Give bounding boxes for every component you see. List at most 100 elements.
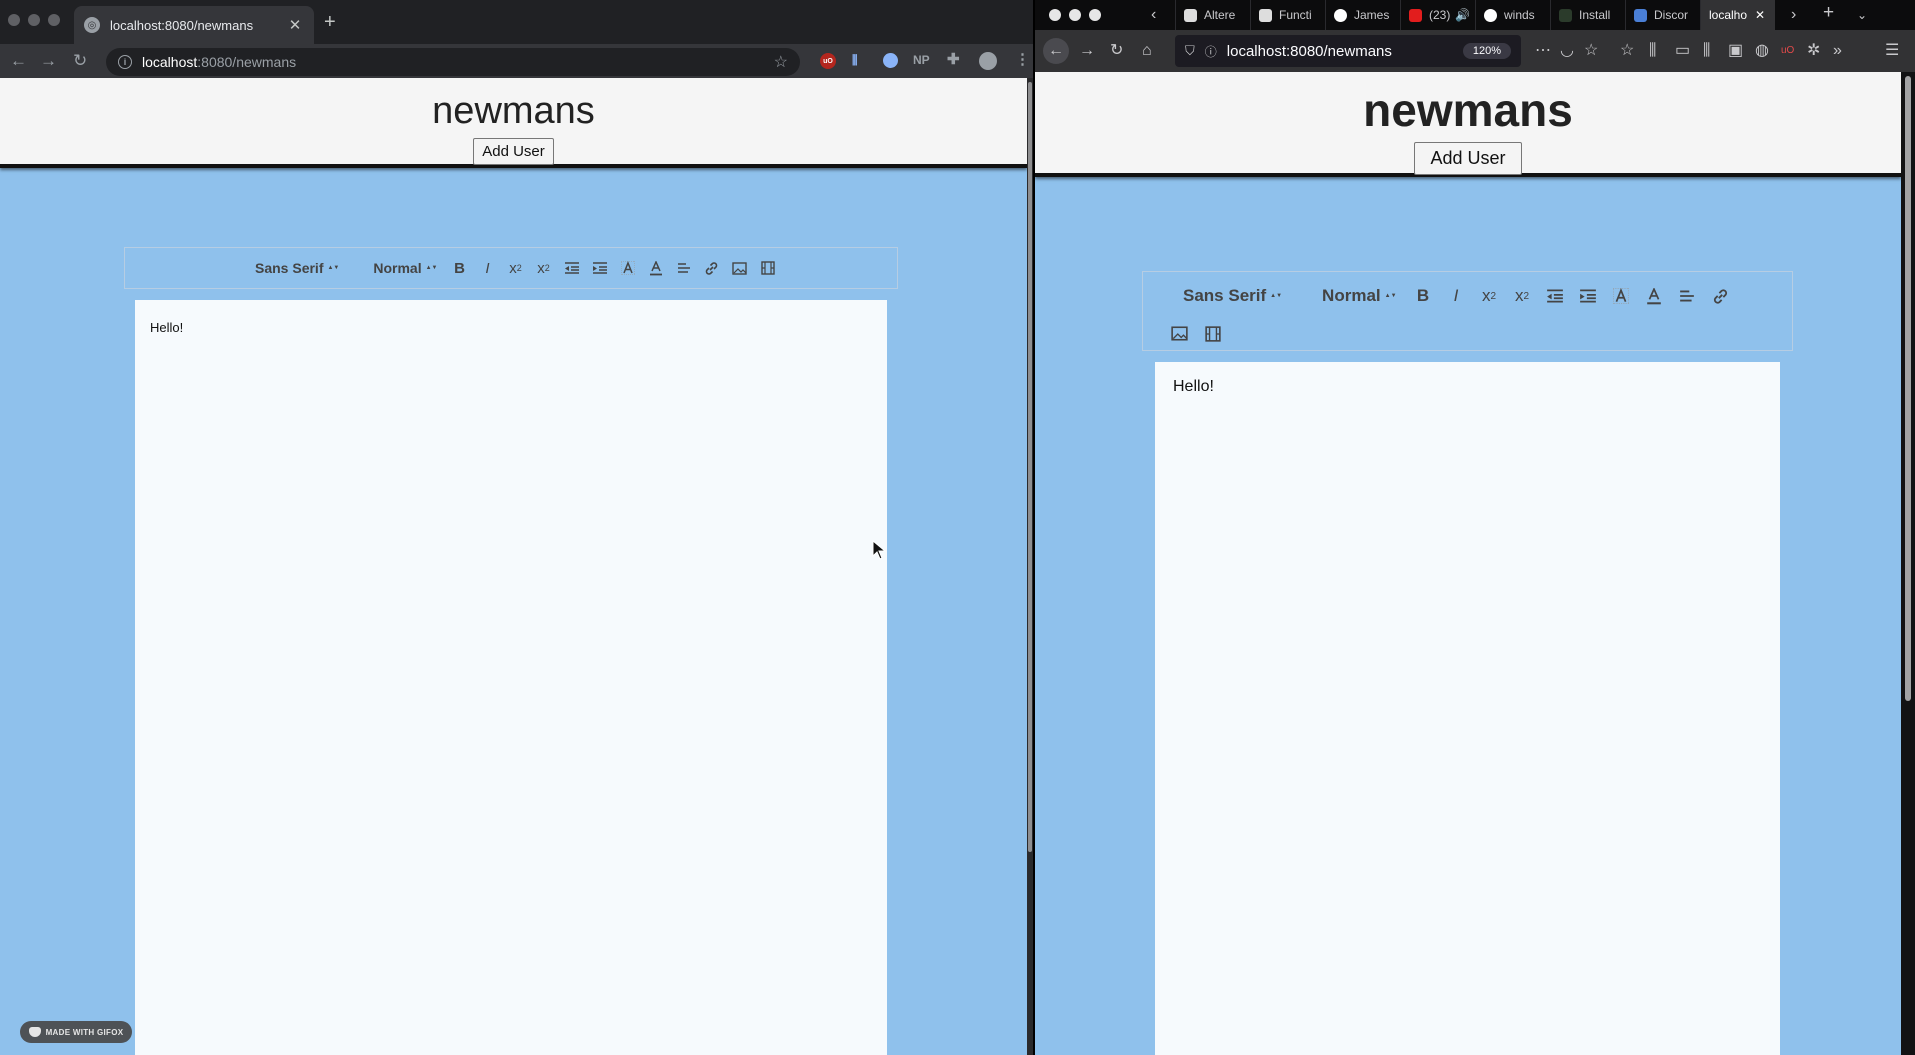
link-icon[interactable] [698,254,726,282]
italic-icon[interactable]: I [1440,282,1473,310]
link-icon[interactable] [1704,282,1737,310]
address-bar[interactable]: ⛉ ⓘ localhost:8080/newmans 120% [1175,35,1521,67]
profile-avatar[interactable] [979,52,997,70]
forward-icon[interactable]: → [1079,43,1095,59]
page-actions-icon[interactable]: ⋯ [1535,43,1551,59]
info-icon[interactable]: i [118,55,132,69]
extension-bars-icon[interactable]: ⫼ [1703,43,1710,59]
background-color-icon[interactable] [1605,282,1638,310]
reading-list-icon[interactable]: ☆ [1620,43,1634,59]
zoom-window-button[interactable] [48,14,60,26]
hamburger-menu-icon[interactable]: ☰ [1885,43,1899,59]
browser-tab-active[interactable]: ◎ localhost:8080/newmans ✕ [74,6,314,44]
tab-scroll-left-icon[interactable]: ‹ [1151,7,1156,23]
video-icon[interactable] [1196,320,1229,348]
close-tab-icon[interactable]: ✕ [286,16,304,34]
align-icon[interactable] [1671,282,1704,310]
ublock-icon[interactable]: uO [1781,43,1794,59]
editor-area[interactable]: Hello! [135,300,887,1055]
text-color-icon[interactable] [1638,282,1671,310]
image-icon[interactable] [1163,320,1196,348]
app-header: newmans Add User [1035,72,1901,177]
tab-youtube[interactable]: (23) 🔊 [1400,0,1475,30]
outdent-icon[interactable] [1539,282,1572,310]
library-icon[interactable]: ⫼ [1649,43,1656,59]
tab-label: winds [1504,8,1535,22]
bookmark-star-icon[interactable]: ☆ [1584,43,1598,59]
reload-icon[interactable]: ↻ [73,50,87,72]
font-picker[interactable]: Sans Serif ▲▼ [255,260,339,276]
subscript-icon[interactable]: x2 [1473,282,1506,310]
superscript-icon[interactable]: x2 [1506,282,1539,310]
bold-icon[interactable]: B [1407,282,1440,310]
overflow-chevron-icon[interactable]: » [1833,43,1842,59]
indent-icon[interactable] [1572,282,1605,310]
extension-np-icon[interactable]: NP [913,53,930,67]
tab-scroll-right-icon[interactable]: › [1791,7,1796,23]
text-color-icon[interactable] [642,254,670,282]
minimize-window-button[interactable] [28,14,40,26]
tab-functi[interactable]: Functi [1250,0,1325,30]
pocket-icon[interactable]: ◡ [1560,43,1574,59]
back-icon[interactable]: ← [1043,38,1069,64]
tab-altere[interactable]: Altere [1175,0,1250,30]
size-picker[interactable]: Normal ▲▼ [373,260,437,276]
mouse-cursor-icon [872,540,886,560]
size-picker-label: Normal [1322,286,1381,306]
speaker-icon[interactable]: 🔊 [1455,8,1470,22]
page-viewport: newmans Add User Sans Serif ▲▼ Normal ▲▼ B… [0,78,1027,1055]
tab-localhost-active[interactable]: localho ✕ [1700,0,1775,30]
video-icon[interactable] [754,254,782,282]
indent-icon[interactable] [586,254,614,282]
info-icon[interactable]: ⓘ [1205,43,1217,60]
scrollbar-thumb[interactable] [1905,76,1911,701]
editor-area[interactable]: Hello! [1155,362,1780,1055]
tab-winds[interactable]: winds [1475,0,1550,30]
scrollbar-thumb[interactable] [1028,82,1032,852]
zoom-window-button[interactable] [1089,9,1101,21]
tab-install[interactable]: Install [1550,0,1625,30]
extension-globe-icon[interactable] [883,53,898,68]
outdent-icon[interactable] [558,254,586,282]
superscript-icon[interactable]: x2 [530,254,558,282]
align-icon[interactable] [670,254,698,282]
ublock-icon[interactable]: uO [820,53,836,69]
extension-box-icon[interactable]: ▣ [1728,43,1743,59]
size-picker[interactable]: Normal ▲▼ [1322,286,1396,306]
page-scrollbar[interactable] [1901,72,1915,1055]
reload-icon[interactable]: ↻ [1110,43,1123,59]
subscript-icon[interactable]: x2 [502,254,530,282]
minimize-window-button[interactable] [1069,9,1081,21]
shield-icon[interactable]: ⛉ [1185,43,1195,59]
new-tab-button[interactable]: + [1823,3,1834,22]
italic-icon[interactable]: I [474,254,502,282]
extension-circle-icon[interactable]: ◍ [1755,43,1769,59]
bookmark-star-icon[interactable]: ☆ [774,52,788,72]
zoom-level-badge[interactable]: 120% [1462,43,1511,59]
extension-bars-icon[interactable]: ⫼ [852,53,858,68]
add-user-button[interactable]: Add User [1414,142,1522,175]
tab-discord[interactable]: Discor [1625,0,1700,30]
forward-icon[interactable]: → [40,50,57,72]
bold-icon[interactable]: B [446,254,474,282]
list-tabs-icon[interactable]: ⌄ [1857,7,1867,23]
image-icon[interactable] [726,254,754,282]
menu-kebab-icon[interactable]: ⋮ [1015,50,1030,68]
back-icon[interactable]: ← [10,50,27,72]
new-tab-button[interactable]: + [324,12,336,32]
home-icon[interactable]: ⌂ [1142,43,1152,59]
extensions-puzzle-icon[interactable]: ✚ [947,50,960,68]
extension-gear-icon[interactable]: ✲ [1807,43,1820,59]
close-window-button[interactable] [8,14,20,26]
close-window-button[interactable] [1049,9,1061,21]
address-bar[interactable]: i localhost:8080/newmans ☆ [106,48,800,76]
sidebar-icon[interactable]: ▭ [1675,43,1690,59]
add-user-button[interactable]: Add User [473,138,554,165]
background-color-icon[interactable] [614,254,642,282]
tab-favicon-icon [1259,8,1272,22]
app-header: newmans Add User [0,78,1027,168]
font-picker[interactable]: Sans Serif ▲▼ [1183,286,1282,306]
close-tab-icon[interactable]: ✕ [1755,8,1765,22]
editor-toolbar: Sans Serif ▲▼ Normal ▲▼ B I x2 x2 [124,247,898,289]
tab-james[interactable]: James [1325,0,1400,30]
